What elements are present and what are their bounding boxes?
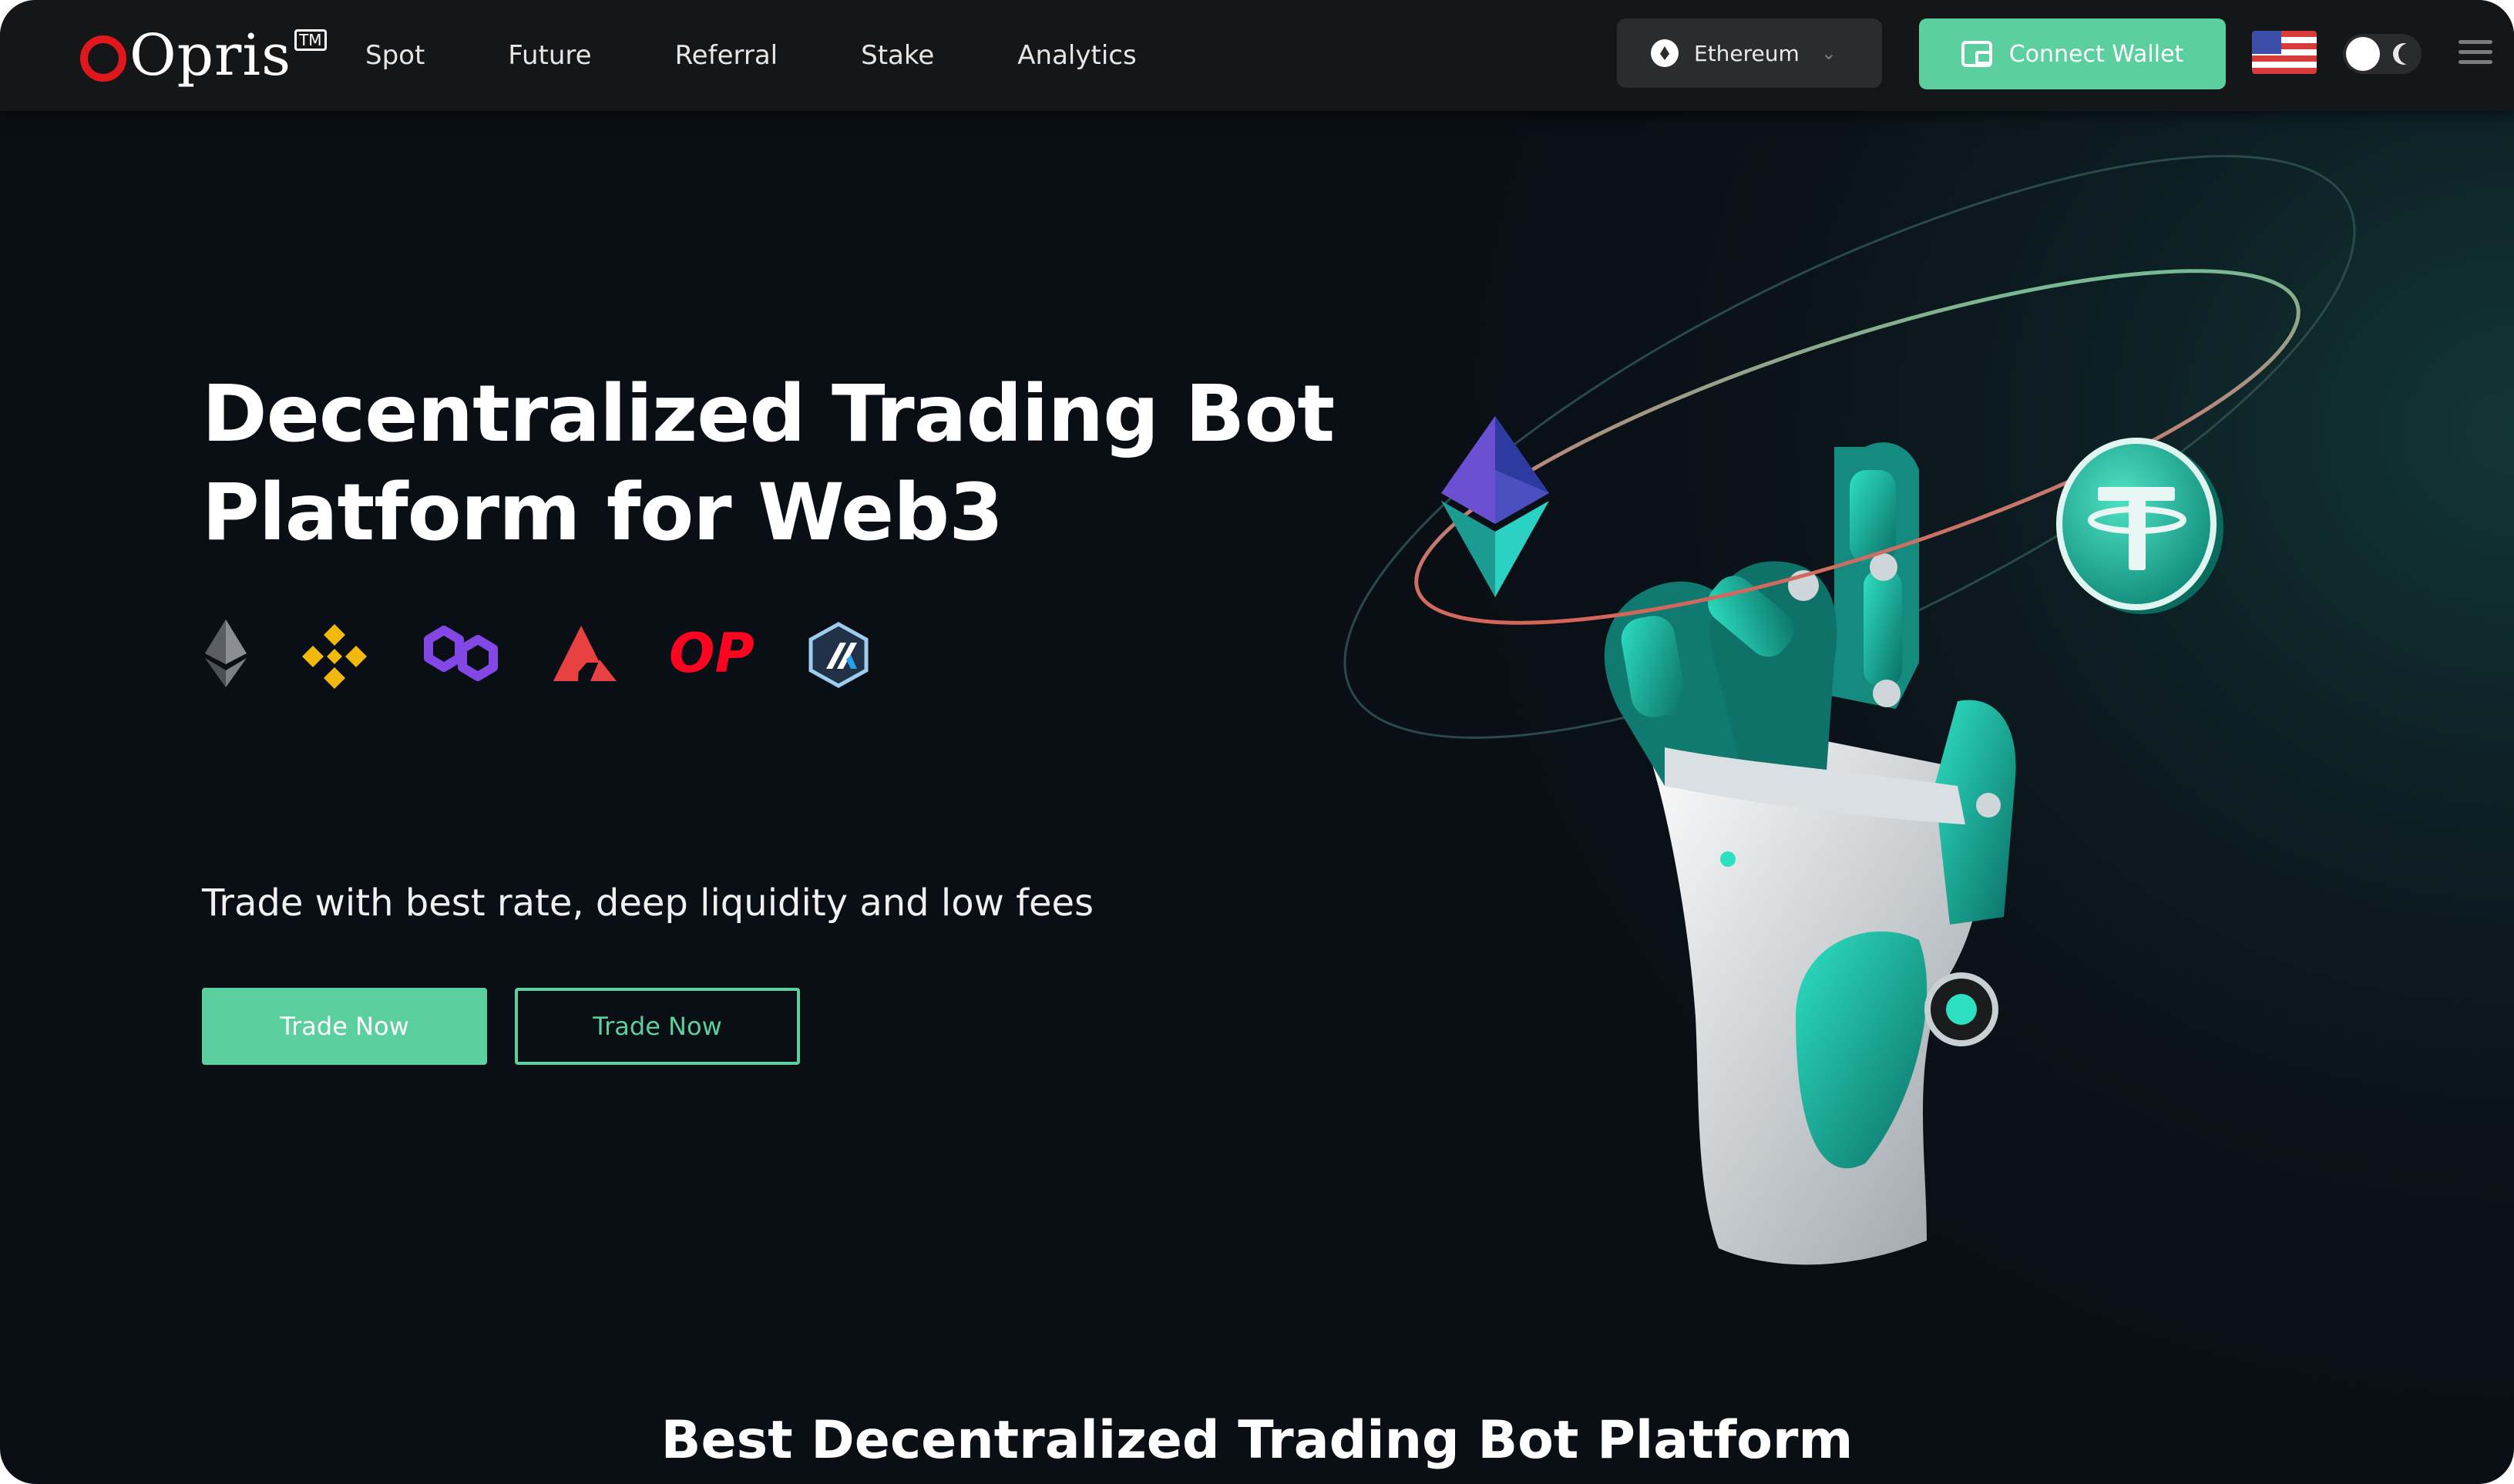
ethereum-icon bbox=[205, 619, 247, 687]
theme-toggle[interactable] bbox=[2343, 34, 2422, 74]
logo-ring-icon bbox=[80, 35, 126, 82]
trade-now-button[interactable]: Trade Now bbox=[202, 988, 487, 1065]
section-title: Best Decentralized Trading Bot Platform bbox=[660, 1410, 1854, 1471]
nav-link-referral[interactable]: Referral bbox=[675, 40, 778, 71]
trademark-badge: TM bbox=[294, 29, 327, 51]
tether-coin-icon bbox=[2056, 438, 2223, 614]
avalanche-icon bbox=[553, 626, 617, 681]
top-navbar: Opris TM Spot Future Referral Stake Anal… bbox=[0, 0, 2514, 111]
wallet-icon bbox=[1961, 41, 1992, 67]
network-label: Ethereum bbox=[1694, 40, 1800, 66]
hero-illustration bbox=[1343, 155, 2356, 1265]
brand-logo[interactable]: Opris TM bbox=[80, 18, 327, 92]
connect-wallet-label: Connect Wallet bbox=[2008, 40, 2184, 68]
chevron-down-icon: ⌄ bbox=[1820, 42, 1837, 64]
nav-link-analytics[interactable]: Analytics bbox=[1017, 40, 1136, 71]
ethereum-network-icon bbox=[1651, 39, 1679, 67]
moon-icon bbox=[2398, 43, 2420, 65]
trade-now-outline-button[interactable]: Trade Now bbox=[515, 988, 800, 1065]
hero-title-line1: Decentralized Trading Bot bbox=[202, 368, 1335, 460]
hero-subtitle: Trade with best rate, deep liquidity and… bbox=[202, 881, 1094, 925]
us-flag-icon[interactable] bbox=[2252, 31, 2317, 74]
nav-link-spot[interactable]: Spot bbox=[365, 40, 425, 71]
network-selector[interactable]: Ethereum ⌄ bbox=[1617, 18, 1882, 88]
hero-title-line2: Platform for Web3 bbox=[202, 467, 1003, 559]
menu-icon[interactable] bbox=[2459, 40, 2492, 68]
robot-hand-graphic bbox=[1604, 442, 2016, 1265]
hero-title: Decentralized Trading Bot Platform for W… bbox=[202, 365, 1358, 562]
toggle-knob bbox=[2346, 37, 2380, 71]
optimism-icon: OP bbox=[669, 622, 755, 685]
bnb-icon bbox=[302, 624, 367, 689]
polygon-icon bbox=[424, 626, 498, 681]
brand-name: Opris bbox=[129, 22, 292, 89]
arbitrum-icon bbox=[808, 622, 869, 688]
main-nav: Spot Future Referral Stake Analytics bbox=[365, 0, 1220, 111]
ethereum-crystal-icon bbox=[1441, 416, 1549, 597]
nav-link-stake[interactable]: Stake bbox=[861, 40, 934, 71]
page-frame: Opris TM Spot Future Referral Stake Anal… bbox=[0, 0, 2514, 1484]
nav-link-future[interactable]: Future bbox=[508, 40, 591, 71]
connect-wallet-button[interactable]: Connect Wallet bbox=[1919, 18, 2226, 89]
